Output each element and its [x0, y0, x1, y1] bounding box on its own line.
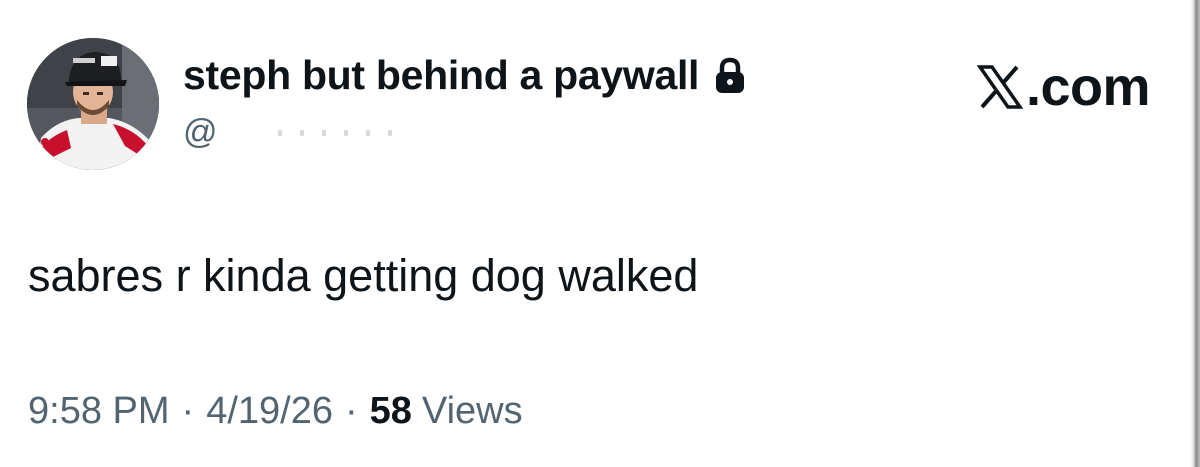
brand-watermark: .com [976, 57, 1151, 117]
handle[interactable]: @ [183, 113, 218, 152]
tweet-card: steph but behind a paywall @ .com sabres… [0, 0, 1200, 467]
tweet-meta: 9:58 PM · 4/19/26 · 58 Views [28, 390, 523, 433]
display-name-row: steph but behind a paywall [183, 52, 747, 99]
views-label: Views [421, 390, 523, 432]
display-name[interactable]: steph but behind a paywall [183, 52, 699, 99]
screenshot-edge [1190, 0, 1200, 467]
avatar[interactable] [27, 38, 159, 170]
avatar-photo [27, 38, 159, 170]
separator-dot: · [344, 390, 358, 432]
lock-icon [713, 57, 747, 95]
handle-row: @ [183, 113, 398, 152]
tweet-time[interactable]: 9:58 PM [28, 390, 170, 433]
views-count[interactable]: 58 [370, 390, 412, 433]
x-logo-icon [976, 64, 1024, 110]
brand-text: .com [1025, 57, 1151, 117]
separator-dot: · [181, 390, 195, 432]
tweet-text: sabres r kinda getting dog walked [28, 250, 699, 301]
handle-redacted [277, 129, 398, 136]
tweet-date[interactable]: 4/19/26 [206, 390, 333, 433]
